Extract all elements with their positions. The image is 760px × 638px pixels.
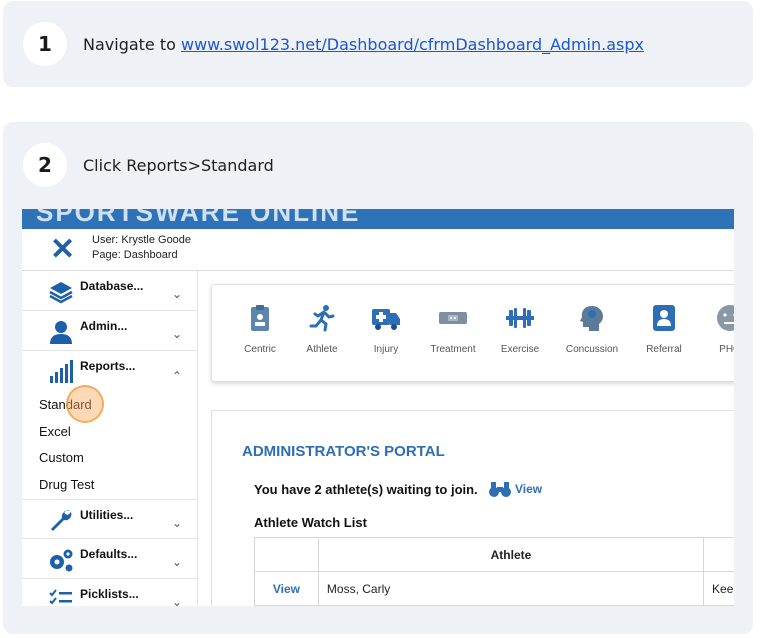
- table-header-row: Athlete: [254, 537, 734, 572]
- chevron-down-icon: ⌄: [172, 595, 183, 606]
- sidebar-item-label: Admin...: [80, 319, 128, 333]
- module-centric[interactable]: Centric: [230, 303, 290, 355]
- contact-icon: [653, 305, 675, 331]
- layers-icon: [49, 282, 73, 304]
- runner-icon: [309, 305, 335, 332]
- step-instruction-prefix: Navigate to: [83, 35, 181, 54]
- chevron-down-icon: ⌄: [172, 327, 183, 341]
- view-label: View: [515, 482, 543, 496]
- wrench-icon: [51, 510, 72, 531]
- row-athlete-name: Moss, Carly: [317, 571, 705, 606]
- table-header-athlete: Athlete: [317, 537, 705, 572]
- user-name: User: Krystle Goode: [92, 234, 192, 246]
- table-header-action: [254, 537, 319, 572]
- head-icon: [580, 306, 603, 331]
- sidebar-item-reports[interactable]: Reports... ⌃: [22, 351, 198, 391]
- binoculars-icon: [489, 482, 511, 497]
- app-header: SPORTSWARE ONLINE: [22, 209, 734, 229]
- table-row: View Moss, Carly Keep: [254, 571, 734, 606]
- step-number-badge: 1: [23, 22, 67, 66]
- module-treatment[interactable]: Treatment: [423, 303, 483, 355]
- step-card-1: 1 Navigate to www.swol123.net/Dashboard/…: [3, 1, 753, 87]
- checklist-icon: [49, 589, 72, 605]
- sidebar-item-label: Reports...: [80, 359, 136, 373]
- row-view-link[interactable]: View: [254, 571, 319, 606]
- module-phq[interactable]: PHQ: [700, 303, 734, 355]
- sidebar-item-label: Database...: [80, 279, 144, 293]
- sidebar: Database... ⌄ Admin... ⌄ Reports... ⌃ St…: [22, 271, 198, 606]
- chevron-down-icon: ⌄: [172, 516, 183, 530]
- sidebar-item-label: Defaults...: [80, 547, 138, 561]
- app-brand: SPORTSWARE ONLINE: [36, 209, 361, 227]
- module-label: Exercise: [500, 344, 540, 355]
- page-name: Page: Dashboard: [92, 249, 178, 261]
- report-item-custom[interactable]: Custom: [39, 450, 84, 465]
- table-header-extra: [703, 537, 734, 572]
- waiting-athletes-text: You have 2 athlete(s) waiting to join.: [254, 482, 478, 497]
- sidebar-item-label: Utilities...: [80, 508, 134, 522]
- module-label: Referral: [646, 344, 682, 355]
- module-label: Centric: [244, 344, 276, 355]
- dashboard-url-link[interactable]: www.swol123.net/Dashboard/cfrmDashboard_…: [181, 35, 644, 54]
- module-concussion[interactable]: Concussion: [562, 303, 622, 355]
- chevron-down-icon: ⌄: [172, 287, 183, 301]
- watch-list-title: Athlete Watch List: [254, 515, 367, 530]
- step-instruction: Navigate to www.swol123.net/Dashboard/cf…: [83, 35, 644, 54]
- sidebar-item-defaults[interactable]: Defaults... ⌄: [22, 539, 198, 579]
- module-label: Treatment: [430, 344, 476, 355]
- chevron-up-icon: ⌃: [172, 369, 183, 383]
- sidebar-item-admin[interactable]: Admin... ⌄: [22, 311, 198, 351]
- user-bar: ✕ User: Krystle Goode Page: Dashboard: [22, 229, 734, 271]
- clipboard-icon: [251, 305, 269, 331]
- module-exercise[interactable]: Exercise: [490, 303, 550, 355]
- portal-title: ADMINISTRATOR'S PORTAL: [242, 443, 445, 460]
- report-item-drug-test[interactable]: Drug Test: [39, 477, 94, 492]
- sidebar-item-database[interactable]: Database... ⌄: [22, 271, 198, 311]
- sidebar-item-utilities[interactable]: Utilities... ⌄: [22, 499, 198, 539]
- user-info: User: Krystle Goode Page: Dashboard: [92, 233, 191, 263]
- gears-icon: [50, 549, 73, 572]
- ambulance-icon: [372, 309, 400, 330]
- module-label: Injury: [373, 344, 399, 355]
- close-icon[interactable]: ✕: [50, 235, 75, 265]
- face-icon: [717, 305, 734, 331]
- row-extra: Keep: [703, 571, 734, 606]
- module-label: PHQ: [719, 344, 734, 355]
- module-injury[interactable]: Injury: [356, 303, 416, 355]
- app-screenshot: SPORTSWARE ONLINE ✕ User: Krystle Goode …: [22, 209, 734, 606]
- view-waiting-link[interactable]: View: [489, 480, 542, 498]
- watch-list-table: Athlete View Moss, Carly Keep: [254, 537, 734, 606]
- step-instruction: Click Reports>Standard: [83, 156, 274, 175]
- admin-portal-panel: ADMINISTRATOR'S PORTAL You have 2 athlet…: [211, 410, 734, 606]
- module-label: Concussion: [565, 344, 619, 355]
- chevron-down-icon: ⌄: [172, 555, 183, 569]
- click-indicator: [66, 385, 104, 423]
- sidebar-item-label: Picklists...: [80, 587, 139, 601]
- treatment-icon: [439, 312, 467, 324]
- sidebar-item-picklists[interactable]: Picklists... ⌄: [22, 579, 198, 606]
- module-referral[interactable]: Referral: [634, 303, 694, 355]
- report-item-excel[interactable]: Excel: [39, 424, 71, 439]
- dumbbell-icon: [506, 308, 534, 328]
- module-toolbar: Centric Athlete Injury Treatment Exercis…: [211, 284, 734, 382]
- module-athlete[interactable]: Athlete: [292, 303, 352, 355]
- module-label: Athlete: [306, 344, 338, 355]
- person-icon: [50, 321, 72, 344]
- bar-chart-icon: [50, 360, 73, 383]
- step-number-badge: 2: [23, 143, 67, 187]
